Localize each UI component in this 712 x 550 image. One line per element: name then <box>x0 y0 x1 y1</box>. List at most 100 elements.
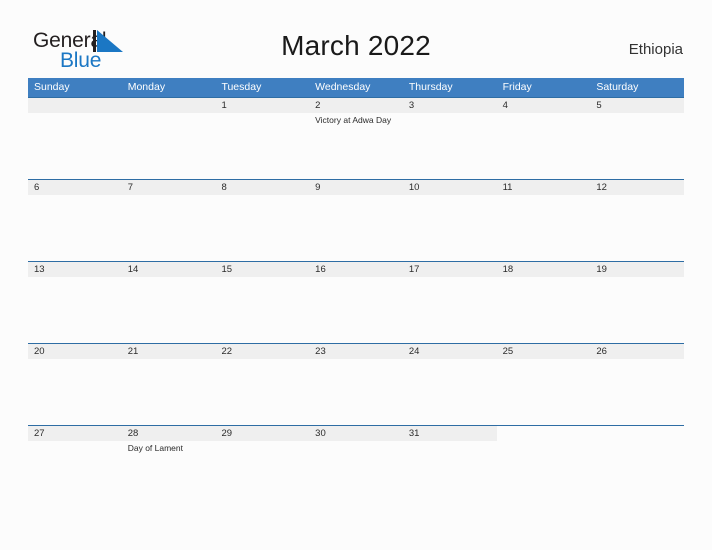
page-title: March 2022 <box>281 30 431 61</box>
date-number[interactable]: 18 <box>496 262 591 277</box>
date-number[interactable]: 19 <box>590 262 685 277</box>
day-cell[interactable] <box>28 195 122 261</box>
date-number[interactable]: 8 <box>215 180 310 195</box>
country-label: Ethiopia <box>628 41 683 58</box>
calendar-grid: Sunday Monday Tuesday Wednesday Thursday… <box>28 78 685 507</box>
week-event-band <box>28 195 684 261</box>
date-number[interactable]: 16 <box>309 262 403 277</box>
date-number[interactable]: 22 <box>215 344 310 359</box>
day-cell[interactable] <box>403 277 497 343</box>
date-number[interactable]: 24 <box>402 344 497 359</box>
date-number[interactable]: 10 <box>402 180 497 195</box>
week-event-band <box>28 277 684 343</box>
date-number[interactable]: 30 <box>309 426 403 441</box>
date-number[interactable]: 15 <box>215 262 310 277</box>
week-date-band: 13 14 15 16 17 18 19 <box>28 262 685 277</box>
day-cell[interactable] <box>122 359 216 425</box>
date-number[interactable]: 28 <box>121 426 216 441</box>
day-cell[interactable] <box>403 441 497 507</box>
calendar-week-row: 27 28 29 30 31 Day of Lament <box>28 425 685 507</box>
calendar-week-row: 20 21 22 23 24 25 26 <box>28 343 685 425</box>
day-cell[interactable] <box>122 113 216 179</box>
week-date-band: 1 2 3 4 5 <box>28 98 685 113</box>
day-cell[interactable] <box>309 195 403 261</box>
date-number[interactable]: 29 <box>215 426 310 441</box>
date-number[interactable]: 11 <box>496 180 591 195</box>
day-cell[interactable] <box>497 195 591 261</box>
day-cell[interactable] <box>28 441 122 507</box>
date-number[interactable]: 23 <box>309 344 403 359</box>
day-cell[interactable] <box>309 441 403 507</box>
day-header-wednesday: Wednesday <box>315 81 371 93</box>
date-number[interactable] <box>496 426 591 441</box>
day-cell[interactable] <box>590 113 684 179</box>
day-cell[interactable] <box>309 359 403 425</box>
event-label: Victory at Adwa Day <box>315 115 392 125</box>
day-header-thursday: Thursday <box>408 81 453 93</box>
date-number[interactable]: 6 <box>28 180 122 195</box>
day-cell[interactable] <box>28 113 122 179</box>
date-number[interactable]: 21 <box>121 344 216 359</box>
calendar-week-row: 6 7 8 9 10 11 12 <box>28 179 685 261</box>
day-cell[interactable] <box>590 359 684 425</box>
date-number[interactable]: 4 <box>496 98 591 113</box>
date-number[interactable]: 12 <box>590 180 685 195</box>
date-number[interactable] <box>121 98 216 113</box>
date-number[interactable]: 17 <box>402 262 497 277</box>
day-cell[interactable] <box>215 441 309 507</box>
date-number[interactable]: 14 <box>121 262 216 277</box>
date-number[interactable]: 13 <box>28 262 122 277</box>
day-header-saturday: Saturday <box>596 81 639 93</box>
date-number[interactable]: 26 <box>590 344 685 359</box>
date-number[interactable]: 7 <box>121 180 216 195</box>
day-cell[interactable] <box>497 113 591 179</box>
calendar-page: General Blue March 2022 Ethiopia Sunday … <box>0 0 712 550</box>
day-cell[interactable] <box>403 359 497 425</box>
day-cell[interactable] <box>403 195 497 261</box>
day-cell[interactable] <box>497 441 591 507</box>
day-cell[interactable] <box>122 195 216 261</box>
day-cell[interactable] <box>215 277 309 343</box>
date-number[interactable]: 25 <box>496 344 591 359</box>
day-of-week-header-row: Sunday Monday Tuesday Wednesday Thursday… <box>28 78 684 97</box>
date-number[interactable]: 5 <box>590 98 685 113</box>
date-number[interactable] <box>28 98 122 113</box>
day-cell[interactable] <box>590 195 684 261</box>
week-date-band: 20 21 22 23 24 25 26 <box>28 344 685 359</box>
day-header-monday: Monday <box>127 81 166 93</box>
day-cell[interactable] <box>28 277 122 343</box>
event-label: Day of Lament <box>127 443 183 453</box>
day-cell[interactable] <box>309 277 403 343</box>
week-event-band: Victory at Adwa Day <box>28 113 684 179</box>
day-cell[interactable]: Victory at Adwa Day <box>309 113 403 179</box>
week-event-band <box>28 359 684 425</box>
day-cell[interactable] <box>215 113 309 179</box>
date-number[interactable]: 1 <box>215 98 310 113</box>
day-header-tuesday: Tuesday <box>221 81 262 93</box>
day-cell[interactable] <box>497 359 591 425</box>
day-cell[interactable] <box>28 359 122 425</box>
day-header-friday: Friday <box>502 81 532 93</box>
page-header: General Blue March 2022 Ethiopia <box>0 0 712 76</box>
day-cell[interactable] <box>215 359 309 425</box>
day-cell[interactable] <box>122 277 216 343</box>
day-cell[interactable]: Day of Lament <box>122 441 216 507</box>
calendar-week-row: 13 14 15 16 17 18 19 <box>28 261 685 343</box>
day-cell[interactable] <box>403 113 497 179</box>
day-cell[interactable] <box>590 277 684 343</box>
day-cell[interactable] <box>497 277 591 343</box>
day-header-sunday: Sunday <box>34 81 70 93</box>
day-cell[interactable] <box>590 441 684 507</box>
week-date-band: 6 7 8 9 10 11 12 <box>28 180 685 195</box>
date-number[interactable]: 20 <box>28 344 122 359</box>
date-number[interactable]: 27 <box>28 426 122 441</box>
calendar-week-row: 1 2 3 4 5 Victory at Adwa Day <box>28 97 685 179</box>
week-date-band: 27 28 29 30 31 <box>28 426 685 441</box>
date-number[interactable]: 3 <box>402 98 497 113</box>
date-number[interactable]: 2 <box>309 98 403 113</box>
day-cell[interactable] <box>215 195 309 261</box>
date-number[interactable] <box>590 426 685 441</box>
date-number[interactable]: 9 <box>309 180 403 195</box>
week-event-band: Day of Lament <box>28 441 684 507</box>
date-number[interactable]: 31 <box>402 426 497 441</box>
